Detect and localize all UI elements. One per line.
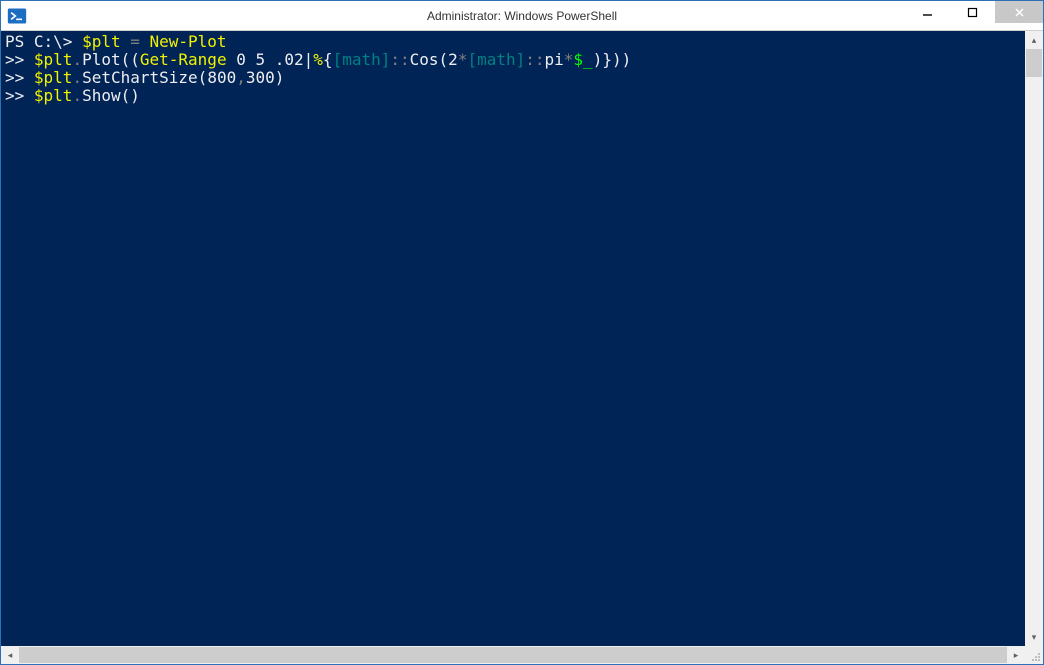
code-segment: [math] [467, 50, 525, 69]
terminal-container: PS C:\> $plt = New-Plot>> $plt.Plot((Get… [1, 31, 1043, 664]
code-segment: $plt [34, 68, 73, 87]
scroll-left-arrow-icon[interactable]: ◂ [1, 646, 19, 664]
terminal-line: >> $plt.Show() [5, 87, 1039, 105]
code-segment: ( [439, 50, 449, 69]
code-segment: ) [275, 68, 285, 87]
code-segment: Cos [410, 50, 439, 69]
code-segment: . [72, 68, 82, 87]
terminal-line: >> $plt.SetChartSize(800,300) [5, 69, 1039, 87]
code-segment: $_ [573, 50, 592, 69]
code-segment: >> [5, 68, 34, 87]
powershell-icon [7, 6, 27, 26]
window-title: Administrator: Windows PowerShell [427, 9, 617, 23]
vertical-scroll-track[interactable] [1025, 49, 1043, 628]
code-segment: PS C:\> [5, 32, 82, 51]
code-segment: { [323, 50, 333, 69]
close-button[interactable] [995, 1, 1043, 23]
window-controls [905, 1, 1043, 30]
code-segment: 0 5 .02 [227, 50, 304, 69]
code-segment: * [564, 50, 574, 69]
code-segment: ) [593, 50, 603, 69]
code-segment: pi [545, 50, 564, 69]
code-segment: * [458, 50, 468, 69]
minimize-button[interactable] [905, 1, 950, 23]
code-segment: } [602, 50, 612, 69]
code-segment: >> [5, 50, 34, 69]
code-segment: )) [612, 50, 631, 69]
code-segment: :: [390, 50, 409, 69]
code-segment: . [72, 86, 82, 105]
code-segment: Show [82, 86, 121, 105]
code-segment: SetChartSize [82, 68, 198, 87]
code-segment: :: [525, 50, 544, 69]
code-segment: Plot [82, 50, 121, 69]
maximize-button[interactable] [950, 1, 995, 23]
code-segment: % [313, 50, 323, 69]
code-segment: = [121, 32, 150, 51]
scroll-down-arrow-icon[interactable]: ▾ [1025, 628, 1043, 646]
size-grip-icon[interactable] [1025, 646, 1043, 664]
code-segment: (( [121, 50, 140, 69]
powershell-window: Administrator: Windows PowerShell PS C:\… [0, 0, 1044, 665]
code-segment: $plt [82, 32, 121, 51]
titlebar[interactable]: Administrator: Windows PowerShell [1, 1, 1043, 31]
scroll-right-arrow-icon[interactable]: ▸ [1007, 646, 1025, 664]
terminal-line: PS C:\> $plt = New-Plot [5, 33, 1039, 51]
horizontal-scrollbar[interactable]: ◂ ▸ [1, 646, 1025, 664]
code-segment: , [236, 68, 246, 87]
code-segment: Get-Range [140, 50, 227, 69]
terminal[interactable]: PS C:\> $plt = New-Plot>> $plt.Plot((Get… [1, 31, 1043, 646]
code-segment: [math] [333, 50, 391, 69]
code-segment: New-Plot [150, 32, 227, 51]
code-segment: ( [198, 68, 208, 87]
vertical-scroll-thumb[interactable] [1026, 49, 1042, 77]
code-segment: () [121, 86, 140, 105]
code-segment: | [304, 50, 314, 69]
vertical-scrollbar[interactable]: ▴ ▾ [1025, 31, 1043, 646]
code-segment: 800 [207, 68, 236, 87]
horizontal-scroll-thumb[interactable] [19, 647, 1007, 663]
scroll-up-arrow-icon[interactable]: ▴ [1025, 31, 1043, 49]
code-segment: 300 [246, 68, 275, 87]
code-segment: >> [5, 86, 34, 105]
code-segment: $plt [34, 86, 73, 105]
horizontal-scroll-track[interactable] [19, 646, 1007, 664]
code-segment: $plt [34, 50, 73, 69]
code-segment: . [72, 50, 82, 69]
terminal-line: >> $plt.Plot((Get-Range 0 5 .02|%{[math]… [5, 51, 1039, 69]
code-segment: 2 [448, 50, 458, 69]
